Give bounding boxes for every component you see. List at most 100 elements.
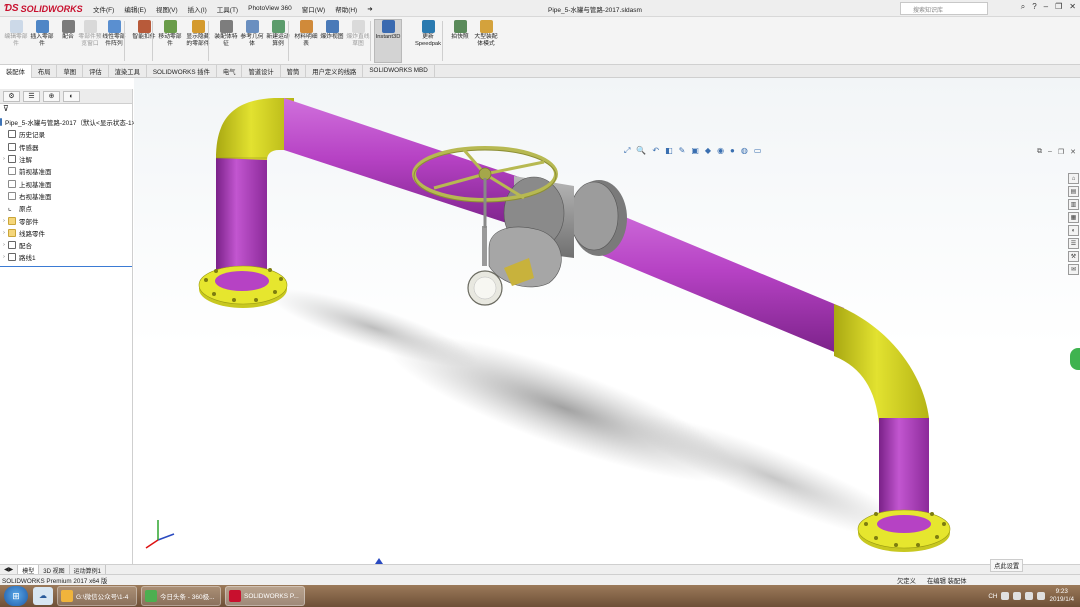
tree-root[interactable]: Pipe_5-水罐与管路-2017（默认<显示状态-1>） [0,116,142,128]
tree-item[interactable]: › 注解 [0,153,132,165]
tab-assembly[interactable]: 装配体 [0,65,32,78]
display-style-icon[interactable]: ◆ [705,146,711,156]
search-input[interactable]: 搜索知识库 [900,2,988,15]
menu-photoview[interactable]: PhotoView 360 [243,5,297,12]
edit-appearance-icon[interactable]: ● [730,146,735,156]
config-tab-icon[interactable]: ⊕ [43,91,60,102]
help-icon[interactable]: ? [1032,2,1036,12]
tree-item[interactable]: 上视基准面 [0,177,132,189]
input-method[interactable]: CH [988,593,997,600]
toolbar-button-9[interactable]: 参考几何体 [238,20,266,48]
menu-help[interactable]: 帮助(H) [330,4,362,14]
custom-properties-icon[interactable]: ☰ [1068,238,1079,249]
tree-rollback-bar[interactable] [0,265,132,267]
start-button[interactable]: ⊞ [4,586,28,606]
menu-window[interactable]: 窗口(W) [297,4,330,14]
viewport-tile-icon[interactable]: ⧉ [1037,148,1042,156]
tray-app-icon[interactable] [1001,592,1010,600]
view-orientation-icon[interactable]: ▣ [691,146,699,156]
tree-item[interactable]: › 路线1 [0,251,132,263]
tab-layout[interactable]: 布局 [32,65,58,78]
settings-tip[interactable]: 点此设置 [990,559,1024,572]
toolbar-button-12[interactable]: 爆炸视图 [318,20,346,41]
property-tab-icon[interactable]: ☰ [23,91,40,102]
clock[interactable]: 9:23 2019/1/4 [1049,588,1074,604]
toolbar-button-1[interactable]: 插入零部件 [28,20,56,48]
toolbar-button-0[interactable]: 编辑零部件 [2,20,30,48]
viewport-close-icon[interactable]: ✕ [1070,148,1076,156]
tree-item[interactable]: 传感器 [0,141,132,153]
pin-icon[interactable]: ➜ [362,5,377,13]
zoom-area-icon[interactable]: 🔍 [636,146,646,156]
tree-item[interactable]: › 线路零件 [0,227,132,239]
restore-button[interactable]: ❐ [1055,2,1062,12]
feature-tree-tab-icon[interactable]: ⚙ [3,91,20,102]
hide-show-icon[interactable]: ◉ [717,146,724,156]
zoom-fit-icon[interactable]: ⤢ [624,146,630,156]
menu-file[interactable]: 文件(F) [88,4,119,14]
expand-arrow-icon[interactable]: › [0,242,8,248]
tree-item[interactable]: 历史记录 [0,128,132,140]
expand-arrow-icon[interactable]: › [0,230,8,236]
menu-edit[interactable]: 编辑(E) [119,4,151,14]
taskbar-task[interactable]: SOLIDWORKS P... [225,586,305,606]
toolbar-button-11[interactable]: 材料明细表 [292,20,320,48]
resources-icon[interactable]: ▤ [1068,186,1079,197]
menu-view[interactable]: 视图(V) [151,4,183,14]
expand-arrow-icon[interactable]: › [0,156,8,162]
tab-piping[interactable]: 管道设计 [242,65,281,78]
side-pull-tab[interactable] [1070,348,1080,370]
toolbox-icon[interactable]: ⚒ [1068,251,1079,262]
baidu-netdisk-icon[interactable]: ☁ [33,587,53,605]
toolbar-button-13[interactable]: 爆炸直线草图 [344,20,372,48]
minimize-button[interactable]: – [1044,2,1048,12]
design-library-icon[interactable]: ▥ [1068,199,1079,210]
tab-evaluate[interactable]: 评估 [83,65,109,78]
toolbar-button-17[interactable]: 大型装配体模式 [472,20,500,48]
tab-tubing[interactable]: 管筒 [281,65,307,78]
filter-icon[interactable]: ⊽ [0,104,132,116]
network-icon[interactable] [1025,592,1034,600]
appearances-icon[interactable]: ◐ [1068,225,1079,236]
tab-sketch[interactable]: 草图 [57,65,84,78]
apply-scene-icon[interactable]: ◍ [741,146,748,156]
file-explorer-icon[interactable]: ▦ [1068,212,1079,223]
previous-view-icon[interactable]: ↶ [652,146,659,156]
tray-app-icon[interactable] [1013,592,1022,600]
view-settings-icon[interactable]: ▭ [754,146,762,156]
tab-render-tools[interactable]: 渲染工具 [109,65,147,78]
solidworks-logo[interactable]: ƊS SOLIDWORKS [4,2,83,15]
menu-tools[interactable]: 工具(T) [212,4,243,14]
graphics-area[interactable]: ⤢ 🔍 ↶ ◧ ✎ ▣ ◆ ◉ ● ◍ ▭ ⧉ – ❐ ✕ ⌂ ▤ ▥ ▦ ◐ … [134,78,1080,564]
dynamic-annotation-icon[interactable]: ✎ [679,146,686,156]
tree-item[interactable]: › 配合 [0,239,132,251]
toolbar-button-15[interactable]: 更新Speedpak [414,20,442,48]
toolbar-button-6[interactable]: 移动零部件 [156,20,184,48]
forum-icon[interactable]: ✉ [1068,264,1079,275]
display-tab-icon[interactable]: ◐ [63,91,80,102]
expand-arrow-icon[interactable]: › [0,218,8,224]
home-icon[interactable]: ⌂ [1068,173,1079,184]
toolbar-button-14[interactable]: Instant3D [374,19,402,63]
tree-item[interactable]: 右视基准面 [0,190,132,202]
tab-mbd[interactable]: SOLIDWORKS MBD [363,65,435,78]
taskbar-task[interactable]: 今日头条 - 360极... [141,586,221,606]
close-button[interactable]: ✕ [1069,2,1076,12]
section-view-icon[interactable]: ◧ [665,146,673,156]
tab-user-routing[interactable]: 用户定义的线路 [306,65,364,78]
toolbar-button-5[interactable]: 智能扣件 [130,20,158,41]
volume-icon[interactable] [1037,592,1046,600]
tab-electrical[interactable]: 电气 [217,65,243,78]
toolbar-button-8[interactable]: 装配体特征 [212,20,240,48]
tree-item[interactable]: › 零部件 [0,214,132,226]
search-icon[interactable]: ⌕ [1021,2,1025,12]
toolbar-button-16[interactable]: 拍快照 [446,20,474,41]
expand-arrow-icon[interactable]: › [0,254,8,260]
viewport-minimize-icon[interactable]: – [1048,148,1052,156]
viewport-restore-icon[interactable]: ❐ [1058,148,1064,156]
taskbar-task[interactable]: G:\微信公众号\1-4 [57,586,137,606]
menu-insert[interactable]: 插入(I) [183,4,212,14]
tree-item[interactable]: 前视基准面 [0,165,132,177]
tab-addins[interactable]: SOLIDWORKS 插件 [147,65,217,78]
pipe-assembly-model[interactable] [134,78,1080,564]
